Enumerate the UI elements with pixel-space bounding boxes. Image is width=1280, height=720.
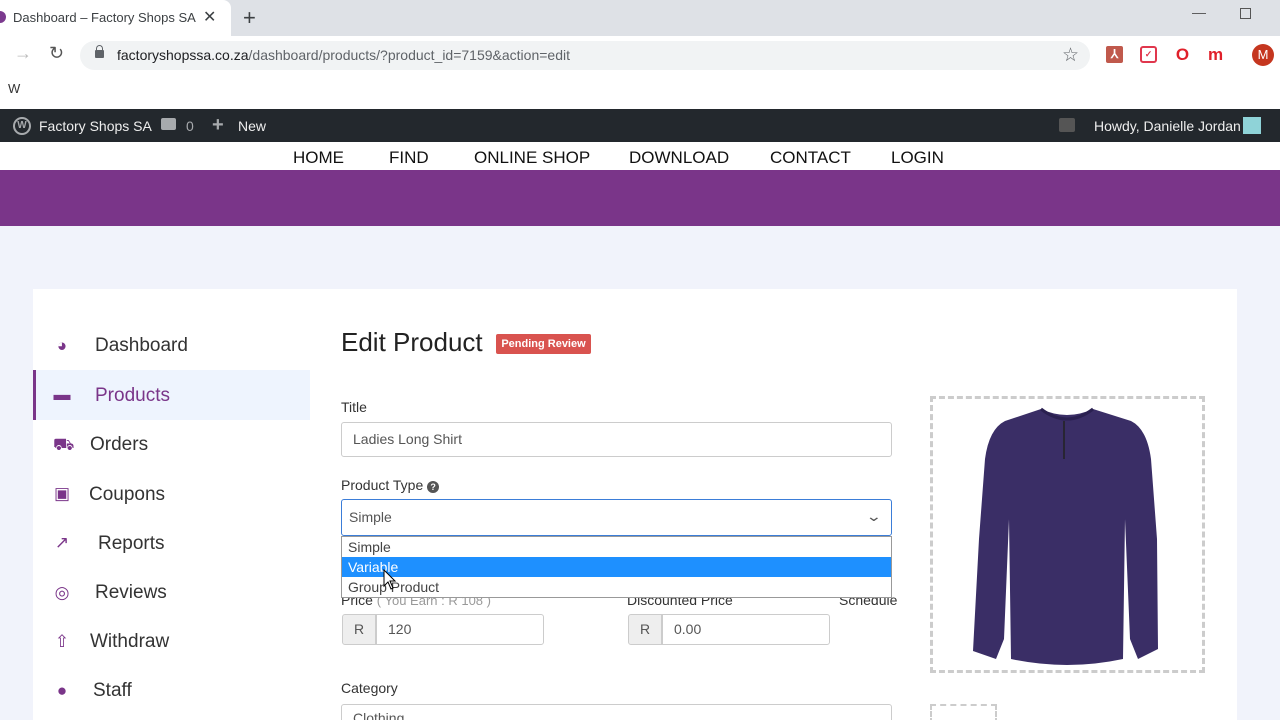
category-select[interactable]: Clothing [341, 704, 892, 720]
pocket-icon[interactable]: ✓ [1140, 46, 1157, 63]
bookmark-star-icon[interactable]: ☆ [1062, 44, 1079, 67]
product-type-label: Product Type ? [341, 477, 440, 493]
forward-icon[interactable]: → [14, 43, 32, 64]
bookmark-item[interactable]: W [8, 81, 20, 96]
plus-icon[interactable]: + [212, 114, 224, 137]
category-label: Category [341, 680, 398, 696]
favicon-icon [0, 11, 6, 23]
sidebar-item-reviews[interactable]: Reviews [95, 582, 167, 604]
briefcase-icon: ▬ [53, 385, 71, 404]
cart-icon: ⛟ [53, 435, 75, 454]
admin-site-name[interactable]: Factory Shops SA [39, 118, 152, 134]
minimize-window-icon[interactable]: — [1192, 4, 1206, 20]
price-currency-prefix: R [342, 614, 376, 645]
discounted-price-input[interactable]: 0.00 [662, 614, 830, 645]
user-avatar[interactable] [1243, 117, 1261, 134]
restore-window-icon[interactable] [1240, 8, 1251, 19]
chart-icon: ↗ [54, 533, 70, 552]
new-tab-icon[interactable]: + [243, 5, 256, 31]
page-title: Edit Product [341, 327, 483, 357]
comment-icon[interactable] [161, 118, 176, 130]
notification-icon[interactable] [1059, 118, 1075, 132]
sidebar-item-withdraw[interactable]: Withdraw [90, 631, 169, 653]
product-type-label-text: Product Type [341, 477, 424, 493]
title-label: Title [341, 399, 367, 415]
gift-icon: ▣ [53, 484, 71, 503]
howdy-user[interactable]: Howdy, Danielle Jordan [1094, 118, 1241, 134]
opera-icon[interactable]: O [1174, 46, 1191, 63]
sidebar-item-reports[interactable]: Reports [98, 533, 165, 555]
nav-home[interactable]: HOME [293, 148, 344, 168]
lock-icon [95, 45, 104, 58]
nav-login[interactable]: LOGIN [891, 148, 944, 168]
comments-icon: ◎ [54, 583, 70, 602]
header-banner [0, 170, 1280, 226]
dashboard-icon: ◕ [56, 336, 68, 355]
option-group-product[interactable]: Group Product [342, 577, 891, 597]
pdf-icon[interactable]: ⅄ [1106, 46, 1123, 63]
users-icon: ● [56, 681, 68, 700]
sidebar-active-highlight [33, 370, 310, 420]
status-badge: Pending Review [496, 334, 591, 354]
close-tab-icon[interactable]: ✕ [203, 7, 216, 27]
url-path: /dashboard/products/?product_id=7159&act… [248, 47, 570, 63]
discount-currency-prefix: R [628, 614, 662, 645]
mouse-cursor-icon [383, 569, 397, 590]
url-host: factoryshopssa.co.za [117, 47, 249, 63]
chevron-down-icon: ⌄ [865, 508, 883, 524]
sidebar-item-coupons[interactable]: Coupons [89, 484, 165, 506]
url-text[interactable]: factoryshopssa.co.za/dashboard/products/… [117, 47, 570, 63]
sidebar-item-staff[interactable]: Staff [93, 680, 132, 702]
price-input[interactable]: 120 [376, 614, 544, 645]
sidebar-item-products[interactable]: Products [95, 385, 170, 407]
comment-count[interactable]: 0 [186, 118, 194, 134]
nav-online-shop[interactable]: ONLINE SHOP [474, 148, 590, 168]
product-type-select[interactable]: Simple [341, 499, 892, 536]
sidebar-item-orders[interactable]: Orders [90, 434, 148, 456]
upload-icon: ⇧ [54, 632, 70, 651]
help-icon[interactable]: ? [427, 481, 440, 493]
sidebar-item-dashboard[interactable]: Dashboard [95, 335, 188, 357]
admin-new-link[interactable]: New [238, 118, 266, 134]
profile-avatar[interactable]: M [1252, 44, 1274, 66]
product-type-dropdown: Simple Variable Group Product [341, 536, 892, 598]
product-image-box[interactable] [930, 396, 1205, 673]
product-image [973, 407, 1158, 665]
reload-icon[interactable]: ↻ [49, 43, 64, 64]
nav-download[interactable]: DOWNLOAD [629, 148, 729, 168]
nav-find[interactable]: FIND [389, 148, 429, 168]
title-input[interactable]: Ladies Long Shirt [341, 422, 892, 457]
wordpress-icon[interactable]: W [13, 117, 31, 135]
option-simple[interactable]: Simple [342, 537, 891, 557]
tab-title: Dashboard – Factory Shops SA [13, 10, 196, 25]
gallery-image-slot[interactable] [930, 704, 997, 720]
browser-tab[interactable]: Dashboard – Factory Shops SA ✕ [0, 0, 231, 36]
m-icon[interactable]: m [1207, 46, 1224, 63]
nav-contact[interactable]: CONTACT [770, 148, 851, 168]
option-variable[interactable]: Variable [342, 557, 891, 577]
